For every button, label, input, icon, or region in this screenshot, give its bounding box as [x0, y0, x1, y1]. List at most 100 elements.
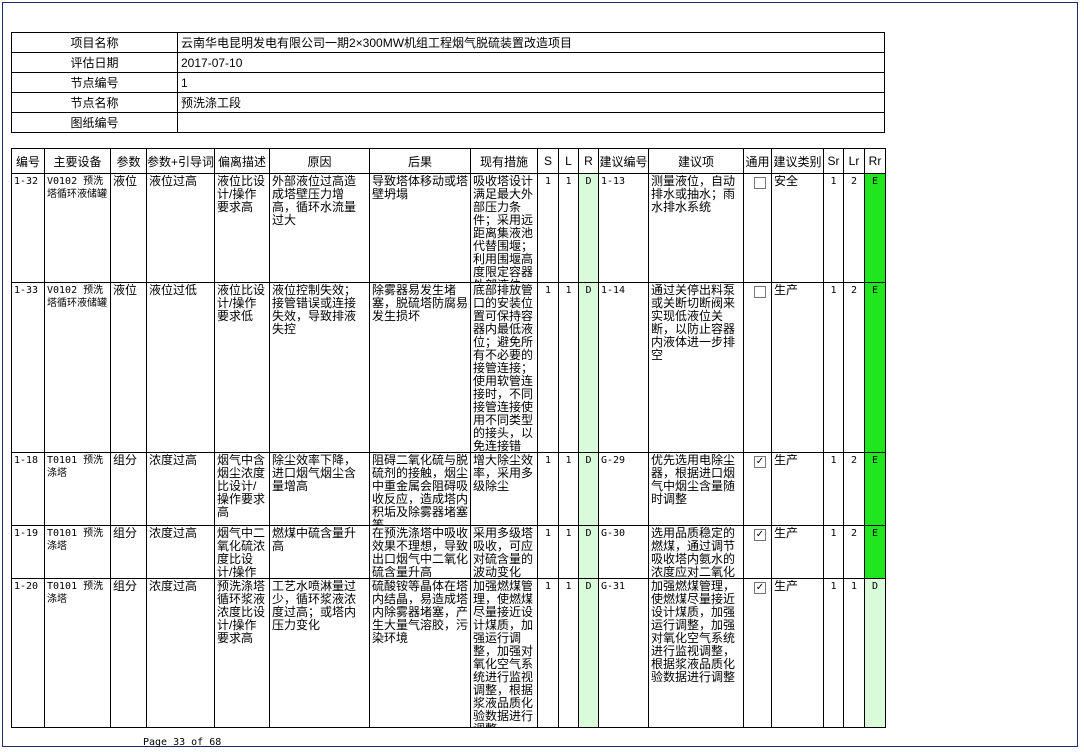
row-id: 1-19	[11, 525, 45, 579]
common-checkbox[interactable]	[754, 286, 766, 298]
table-row: 1-18 T0101 预洗涤塔 组分 浓度过高 烟气中含烟尘浓度比设计/操作要求高 除尘效…	[11, 452, 886, 526]
info-label: 项目名称	[11, 32, 178, 53]
row-suggest-id-text: 1-14	[601, 285, 626, 296]
row-measure-text: 底部排放管口的安装位置可保持容器内最低液位；避免所有不必要的接管连接；使用软管连…	[473, 284, 534, 452]
row-deviation: 烟气中二氧化硫浓度比设计/操作要求高	[214, 525, 270, 579]
row-deviation: 预洗涤塔循环浆液浓度比设计/操作要求高	[214, 578, 270, 728]
row-l-text: 1	[565, 455, 572, 466]
row-deviation: 烟气中含烟尘浓度比设计/操作要求高	[214, 452, 270, 526]
row-device: V0102 预洗塔循环液储罐	[44, 282, 111, 453]
row-lr: 2	[843, 282, 865, 453]
page-footer: Page 33 of 68	[143, 737, 222, 748]
row-sr: 1	[823, 173, 844, 283]
info-row: 图纸编号	[11, 112, 885, 133]
row-cause: 工艺水喷淋量过少，循环浆液浓度过高；或塔内压力变化	[269, 578, 370, 728]
column-header: 后果	[369, 148, 471, 174]
row-l-text: 1	[565, 528, 572, 539]
column-header: 参数+引导词	[146, 148, 215, 174]
row-deviation-text: 预洗涤塔循环浆液浓度比设计/操作要求高	[217, 580, 266, 645]
row-lr-text: 2	[850, 455, 858, 466]
row-rr: E	[864, 525, 886, 579]
row-lr: 1	[843, 578, 865, 728]
row-category-text: 生产	[774, 580, 799, 593]
row-l: 1	[558, 525, 579, 579]
row-guide: 浓度过高	[146, 452, 215, 526]
row-common	[743, 282, 772, 453]
info-row: 节点名称 预洗涤工段	[11, 92, 885, 113]
row-common	[743, 578, 772, 728]
row-cause: 外部液位过高造成塔壁压力增高，循环水流量过大	[269, 173, 370, 283]
info-value: 云南华电昆明发电有限公司一期2×300MW机组工程烟气脱硫装置改造项目	[177, 32, 885, 53]
row-consequence: 在预洗涤塔中吸收效果不理想，导致出口烟气中二氧化硫含量升高	[369, 525, 471, 579]
common-checkbox[interactable]	[754, 177, 766, 189]
row-suggest-id: G-30	[598, 525, 649, 579]
row-consequence-text: 硫酸铵等晶体在塔内结晶，易造成塔内除雾器堵塞，产生大量气溶胶，污染环境	[372, 580, 468, 645]
row-suggest-id: 1-14	[598, 282, 649, 453]
row-rr: E	[864, 282, 886, 453]
row-category-text: 生产	[774, 454, 799, 467]
row-lr-text: 2	[850, 176, 858, 187]
row-l: 1	[558, 282, 579, 453]
row-rr-text: E	[871, 285, 879, 296]
row-lr-text: 2	[850, 285, 858, 296]
row-suggest-id-text: G-30	[601, 528, 626, 539]
column-header: Rr	[864, 148, 886, 174]
column-header: 建议项	[648, 148, 744, 174]
row-sr-text: 1	[830, 285, 837, 296]
info-label: 图纸编号	[11, 112, 178, 133]
row-rr: E	[864, 452, 886, 526]
row-r-text: D	[585, 528, 592, 539]
row-common	[743, 525, 772, 579]
row-category-text: 安全	[774, 175, 799, 188]
row-suggestion-text: 优先选用电除尘器，根据进口烟气中烟尘含量随时调整	[651, 454, 736, 506]
table-row: 1-20 T0101 预洗涤塔 组分 浓度过高 预洗涤塔循环浆液浓度比设计/操作要求高工…	[11, 578, 886, 728]
row-sr: 1	[823, 282, 844, 453]
row-consequence-text: 在预洗涤塔中吸收效果不理想，导致出口烟气中二氧化硫含量升高	[372, 527, 468, 578]
row-measure: 吸收塔设计满足最大外部压力条件；采用远距离集液池代替围堰；利用围堰高度限定容器外…	[470, 173, 538, 283]
row-s: 1	[537, 578, 559, 728]
row-device: T0101 预洗涤塔	[44, 578, 111, 728]
row-rr-text: E	[871, 455, 879, 466]
info-value: 2017-07-10	[177, 52, 885, 73]
row-consequence: 除雾器易发生堵塞，脱硫塔防腐易发生损坏	[369, 282, 471, 453]
info-row: 节点编号 1	[11, 72, 885, 93]
row-rr: E	[864, 173, 886, 283]
row-suggestion: 优先选用电除尘器，根据进口烟气中烟尘含量随时调整	[648, 452, 744, 526]
column-header: 现有措施	[470, 148, 538, 174]
info-label: 评估日期	[11, 52, 178, 73]
common-checkbox[interactable]	[754, 529, 766, 541]
row-param: 组分	[110, 525, 147, 579]
table-row: 1-33 V0102 预洗塔循环液储罐 液位 液位过低 液位比设计/操作要求低 液位控制失…	[11, 282, 886, 453]
column-header: Lr	[843, 148, 865, 174]
row-lr: 2	[843, 452, 865, 526]
row-r: D	[578, 452, 599, 526]
row-measure-text: 吸收塔设计满足最大外部压力条件；采用远距离集液池代替围堰；利用围堰高度限定容器外…	[473, 175, 534, 282]
row-guide-text: 液位过高	[149, 175, 198, 188]
row-r-text: D	[585, 455, 592, 466]
table-row: 1-19 T0101 预洗涤塔组分浓度过高 烟气中二氧化硫浓度比设计/操作要求高燃煤…	[11, 525, 886, 579]
info-row: 项目名称 云南华电昆明发电有限公司一期2×300MW机组工程烟气脱硫装置改造项目	[11, 32, 885, 53]
row-rr-text: D	[871, 581, 879, 592]
row-r: D	[578, 525, 599, 579]
row-consequence-text: 除雾器易发生堵塞，脱硫塔防腐易发生损坏	[372, 284, 468, 323]
column-header: 参数	[110, 148, 147, 174]
row-cause-text: 外部液位过高造成塔壁压力增高，循环水流量过大	[272, 175, 357, 227]
row-rr-text: E	[871, 176, 879, 187]
row-rr-text: E	[871, 528, 879, 539]
row-deviation-text: 烟气中二氧化硫浓度比设计/操作要求高	[217, 527, 266, 578]
column-header: 原因	[269, 148, 370, 174]
row-category-text: 生产	[774, 284, 799, 297]
row-suggestion: 选用品质稳定的燃煤，通过调节吸收塔内氨水的浓度应对二氧化硫的浓度变化	[648, 525, 744, 579]
row-deviation-text: 液位比设计/操作要求高	[217, 175, 266, 214]
row-param: 液位	[110, 282, 147, 453]
row-common	[743, 452, 772, 526]
common-checkbox[interactable]	[754, 456, 766, 468]
row-guide: 液位过高	[146, 173, 215, 283]
row-r: D	[578, 173, 599, 283]
common-checkbox[interactable]	[754, 582, 766, 594]
row-suggestion-text: 通过关停出料泵或关断切断阀来实现低液位关断，以防止容器内液体进一步排空	[651, 284, 736, 362]
row-param-text: 组分	[113, 580, 138, 593]
row-cause-text: 燃煤中硫含量升高	[272, 527, 357, 553]
row-s-text: 1	[544, 455, 552, 466]
row-id-text: 1-20	[14, 581, 39, 592]
